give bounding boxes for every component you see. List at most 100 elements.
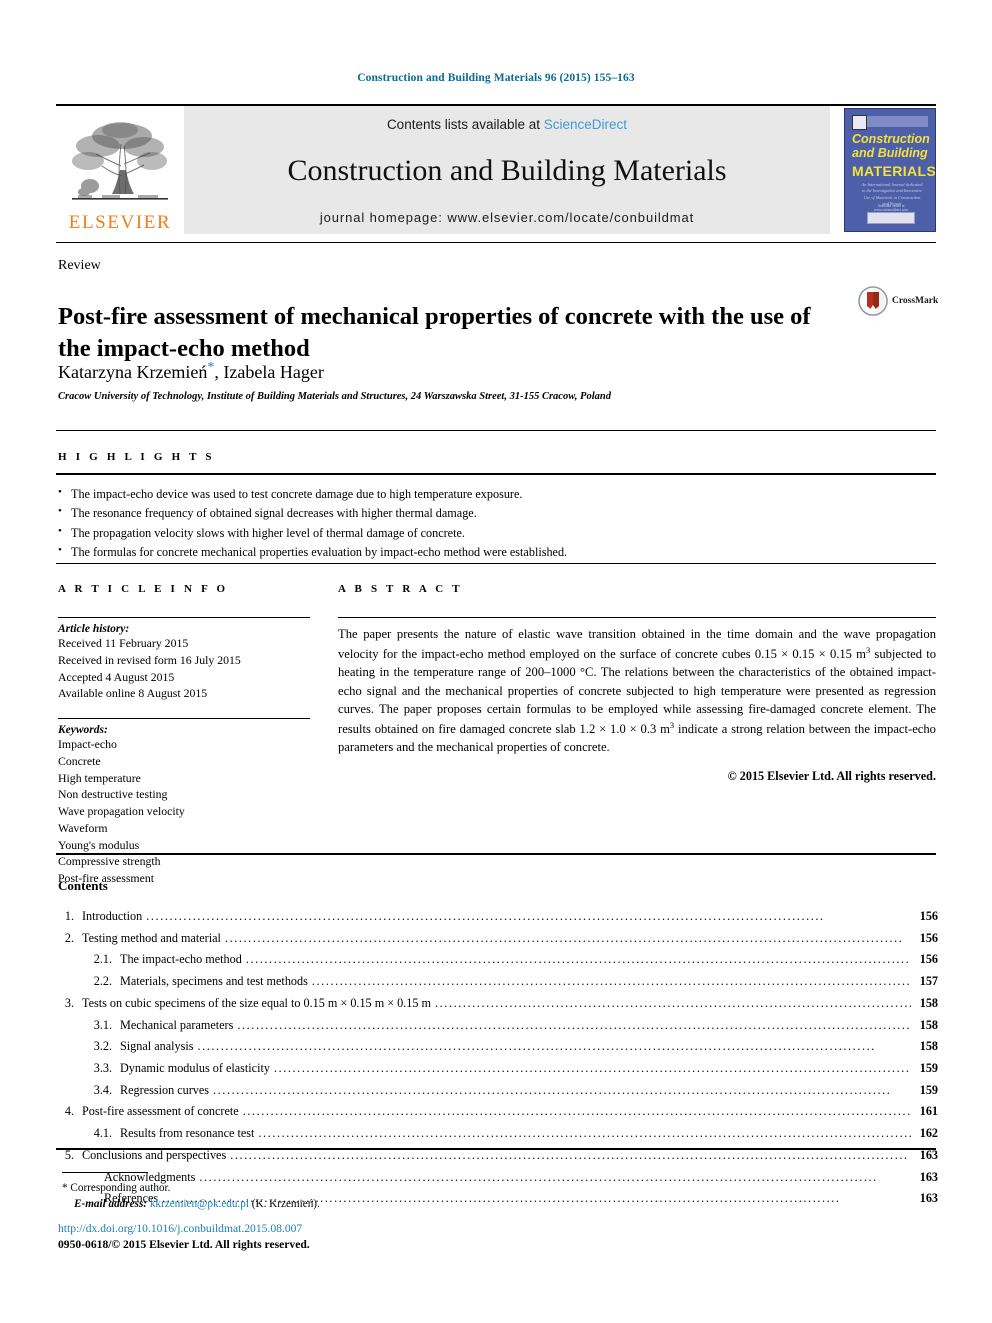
toc-title[interactable]: Signal analysis xyxy=(120,1036,193,1058)
toc-page: 163 xyxy=(919,1169,938,1184)
toc-title[interactable]: The impact-echo method xyxy=(120,949,242,971)
cover-title-line-1: Construction xyxy=(852,132,930,146)
journal-band: Contents lists available at ScienceDirec… xyxy=(184,106,830,234)
email-label: E-mail address: xyxy=(74,1198,148,1210)
doi-link[interactable]: http://dx.doi.org/10.1016/j.conbuildmat.… xyxy=(58,1222,302,1235)
toc-number: 4.1. xyxy=(93,1126,112,1141)
highlights-bottom-rule xyxy=(56,563,936,564)
toc-title[interactable]: Mechanical parameters xyxy=(120,1015,233,1037)
article-history-received: Received 11 February 2015 xyxy=(58,636,189,650)
toc-page: 158 xyxy=(919,1039,938,1054)
toc-page: 159 xyxy=(919,1082,938,1097)
toc-number: 3.4. xyxy=(93,1082,112,1097)
contents-heading: Contents xyxy=(58,878,108,893)
toc-leader: ........................................… xyxy=(258,1126,911,1141)
footnote-separator-rule xyxy=(62,1172,148,1173)
list-item[interactable]: 4. Post-fire assessment of concrete ....… xyxy=(58,1101,938,1123)
article-first-page: Construction and Building Materials 96 (… xyxy=(0,0,992,1323)
list-item[interactable]: 2.2. Materials, specimens and test metho… xyxy=(58,971,938,993)
toc-leader: ........................................… xyxy=(224,930,904,945)
crossmark-badge[interactable]: CrossMark xyxy=(858,286,938,316)
toc-leader: ........................................… xyxy=(237,1017,911,1032)
keyword-item: Concrete xyxy=(58,753,101,768)
elsevier-logo[interactable]: ELSEVIER xyxy=(56,106,184,234)
toc-number: 4. xyxy=(64,1104,74,1119)
toc-title[interactable]: Results from resonance test xyxy=(120,1123,254,1145)
toc-number: 3.1. xyxy=(93,1017,112,1032)
toc-leader: ........................................… xyxy=(245,952,911,967)
article-history-online: Available online 8 August 2015 xyxy=(58,686,208,701)
toc-page: 157 xyxy=(919,974,938,989)
toc-page: 163 xyxy=(919,1191,938,1206)
list-item[interactable]: 3.1. Mechanical parameters .............… xyxy=(58,1015,938,1037)
list-item[interactable]: 4.1. Results from resonance test .......… xyxy=(58,1123,938,1145)
contents-prefix: Contents lists available at xyxy=(386,117,544,132)
keyword-item: Impact-echo xyxy=(58,737,117,751)
journal-title: Construction and Building Materials xyxy=(287,154,727,188)
highlights-rule xyxy=(56,473,936,475)
abstract-rule xyxy=(338,617,936,618)
abstract-text: The paper presents the nature of elastic… xyxy=(338,625,936,757)
toc-leader: ........................................… xyxy=(197,1039,876,1054)
toc-page: 156 xyxy=(919,952,938,967)
article-history-heading: Article history: xyxy=(58,623,130,635)
journal-homepage-link[interactable]: journal homepage: www.elsevier.com/locat… xyxy=(320,210,694,225)
toc-title[interactable]: Introduction xyxy=(82,906,142,928)
running-head-citation: Construction and Building Materials 96 (… xyxy=(357,72,635,84)
cover-logo-square xyxy=(852,115,867,130)
toc-title[interactable]: Post-fire assessment of concrete xyxy=(82,1101,239,1123)
contents-top-rule xyxy=(56,853,936,855)
toc-leader: ........................................… xyxy=(213,1082,892,1097)
toc-page: 158 xyxy=(919,1017,938,1032)
footnote-email: E-mail address: kkrzemien@pk.edu.pl (K. … xyxy=(74,1196,574,1213)
list-item: The formulas for concrete mechanical pro… xyxy=(58,542,938,562)
toc-number: 3. xyxy=(64,995,74,1010)
list-item[interactable]: 2.1. The impact-echo method ............… xyxy=(58,949,938,971)
article-type-label: Review xyxy=(58,258,101,273)
author-first: Katarzyna Krzemień xyxy=(58,362,208,382)
keywords-block: Keywords: Impact-echo Concrete High temp… xyxy=(58,718,310,887)
toc-leader: ........................................… xyxy=(146,909,825,923)
highlights-list: The impact-echo device was used to test … xyxy=(58,484,938,562)
abstract-part-1: The paper presents the nature of elastic… xyxy=(338,627,936,661)
list-item[interactable]: 2. Testing method and material .........… xyxy=(58,928,938,950)
article-history-revised: Received in revised form 16 July 2015 xyxy=(58,652,241,667)
list-item[interactable]: 3.3. Dynamic modulus of elasticity .....… xyxy=(58,1058,938,1080)
cover-footer-text: Available online at www.sciencedirect.co… xyxy=(873,204,909,212)
list-item: The resonance frequency of obtained sign… xyxy=(58,503,938,523)
toc-title[interactable]: Tests on cubic specimens of the size equ… xyxy=(82,993,431,1015)
email-link[interactable]: kkrzemien@pk.edu.pl xyxy=(150,1198,249,1210)
toc-page: 161 xyxy=(919,1104,938,1119)
journal-masthead: ELSEVIER Contents lists available at Sci… xyxy=(56,104,936,234)
author-second: , Izabela Hager xyxy=(214,362,324,382)
list-item: The propagation velocity slows with high… xyxy=(58,523,938,543)
toc-page: 159 xyxy=(919,1061,938,1076)
list-item[interactable]: 1. Introduction ........................… xyxy=(58,906,938,928)
list-item[interactable]: 3.4. Regression curves .................… xyxy=(58,1080,938,1102)
toc-title[interactable]: Materials, specimens and test methods xyxy=(120,971,308,993)
list-item: The impact-echo device was used to test … xyxy=(58,484,938,504)
crossmark-label: CrossMark xyxy=(892,296,939,306)
table-of-contents: 1. Introduction ........................… xyxy=(58,906,938,1210)
keyword-item: Young's modulus xyxy=(58,837,140,852)
elsevier-tree-icon xyxy=(72,122,168,200)
toc-title[interactable]: Regression curves xyxy=(120,1080,209,1102)
contents-bottom-rule xyxy=(56,1148,936,1150)
crossmark-icon xyxy=(858,286,888,316)
list-item[interactable]: 3. Tests on cubic specimens of the size … xyxy=(58,993,938,1015)
toc-page: 156 xyxy=(919,930,938,945)
toc-number: 3.3. xyxy=(93,1061,112,1076)
toc-leader: ........................................… xyxy=(242,1104,911,1119)
keywords-heading: Keywords: xyxy=(58,724,108,736)
list-item[interactable]: 3.2. Signal analysis ...................… xyxy=(58,1036,938,1058)
sciencedirect-link[interactable]: ScienceDirect xyxy=(544,117,627,132)
elsevier-wordmark: ELSEVIER xyxy=(68,212,172,233)
cover-footer-box xyxy=(867,212,915,224)
toc-number: 1. xyxy=(64,909,74,923)
toc-title[interactable]: Dynamic modulus of elasticity xyxy=(120,1058,270,1080)
toc-title[interactable]: Testing method and material xyxy=(82,928,221,950)
article-history-accepted: Accepted 4 August 2015 xyxy=(58,669,175,684)
article-info-column: Article history: Received 11 February 20… xyxy=(58,617,310,887)
journal-cover-thumbnail[interactable]: Construction and Building MATERIALS An I… xyxy=(844,108,936,232)
footnote-marker: * xyxy=(62,1182,68,1194)
